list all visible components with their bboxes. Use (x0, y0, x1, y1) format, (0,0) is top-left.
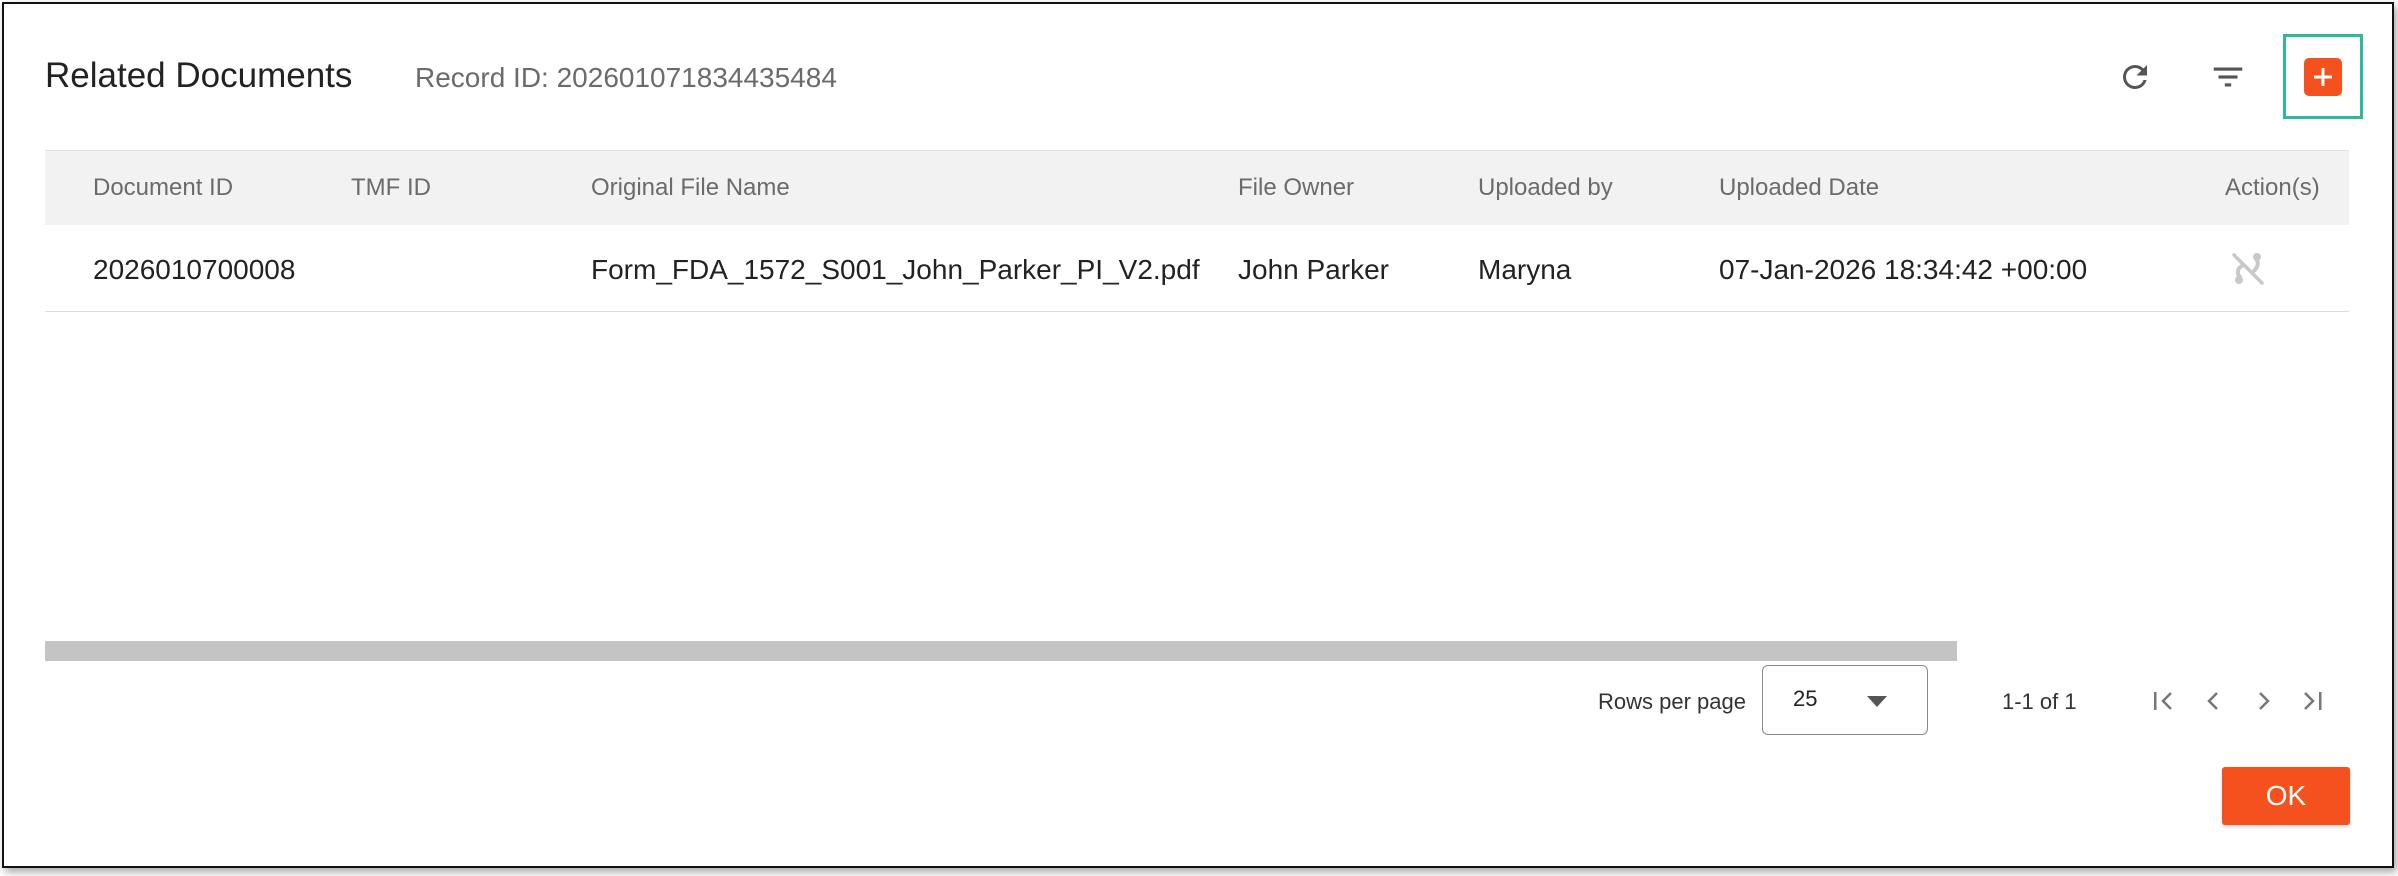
last-page-icon (2304, 692, 2322, 710)
table-row[interactable]: 2026010700008 Form_FDA_1572_S001_John_Pa… (45, 225, 2349, 312)
chevron-right-icon (2259, 692, 2270, 710)
rows-per-page-select[interactable]: 25 (1762, 665, 1928, 735)
chevron-down-icon (1867, 696, 1887, 707)
related-documents-dialog: Related Documents Record ID: 20260107183… (2, 2, 2394, 868)
unlink-icon (2232, 253, 2264, 285)
add-icon (2314, 67, 2332, 86)
cell-document-id: 2026010700008 (93, 254, 296, 285)
next-page-button[interactable] (2246, 684, 2280, 718)
cell-uploaded-by: Maryna (1478, 254, 1572, 285)
add-document-button[interactable] (2304, 57, 2342, 96)
cell-original-file-name: Form_FDA_1572_S001_John_Parker_PI_V2.pdf (591, 254, 1200, 285)
record-id: Record ID: 202601071834435484 (415, 62, 837, 93)
dialog-title: Related Documents (45, 56, 353, 95)
column-header-file-owner[interactable]: File Owner (1238, 174, 1354, 202)
column-header-uploaded-date[interactable]: Uploaded Date (1719, 174, 1879, 202)
ok-button[interactable]: OK (2222, 767, 2350, 825)
rows-per-page-value: 25 (1793, 686, 1818, 711)
chevron-left-icon (2207, 692, 2218, 710)
table-header: Document ID TMF ID Original File Name Fi… (45, 150, 2349, 225)
column-header-tmf-id[interactable]: TMF ID (351, 174, 431, 202)
rows-per-page-label: Rows per page (1598, 689, 1746, 714)
last-page-button[interactable] (2294, 684, 2328, 718)
documents-table: Document ID TMF ID Original File Name Fi… (45, 150, 2349, 312)
filter-icon (2213, 67, 2243, 87)
refresh-icon (2122, 65, 2147, 89)
column-header-original-file-name[interactable]: Original File Name (591, 174, 790, 202)
filter-button[interactable] (2205, 54, 2251, 100)
column-header-actions: Action(s) (2225, 174, 2320, 201)
first-page-button[interactable] (2148, 684, 2182, 718)
cell-uploaded-date: 07-Jan-2026 18:34:42 +00:00 (1719, 254, 2088, 285)
add-document-highlight (2283, 34, 2363, 119)
column-header-uploaded-by[interactable]: Uploaded by (1478, 174, 1613, 202)
refresh-button[interactable] (2112, 54, 2158, 100)
first-page-icon (2154, 692, 2172, 710)
pagination-range: 1-1 of 1 (2002, 689, 2077, 714)
unlink-document-button[interactable] (2226, 247, 2270, 291)
horizontal-scrollbar[interactable] (45, 641, 1957, 661)
cell-file-owner: John Parker (1238, 254, 1389, 285)
previous-page-button[interactable] (2197, 684, 2231, 718)
column-header-document-id[interactable]: Document ID (93, 174, 233, 202)
